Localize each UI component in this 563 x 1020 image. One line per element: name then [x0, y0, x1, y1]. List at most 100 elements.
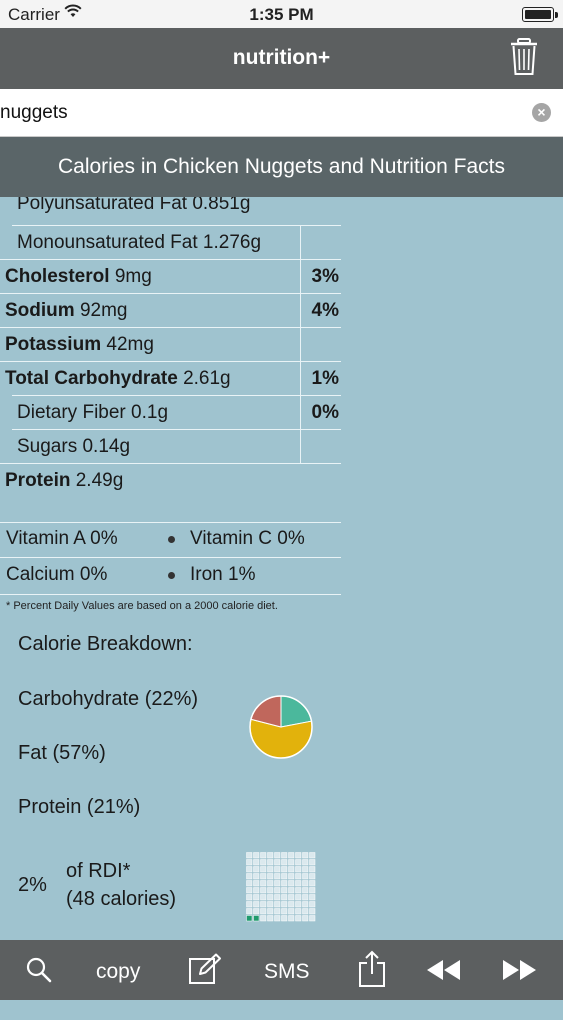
nutrient-amount: 1.276g: [202, 232, 262, 253]
nutrient-name: Sugars: [17, 436, 78, 457]
rdi-cell: [302, 859, 309, 866]
nutrient-daily-value: 4%: [311, 300, 339, 321]
rdi-cell: [288, 915, 295, 922]
status-bar: Carrier 1:35 PM: [0, 0, 563, 28]
nutrient-name: Protein: [5, 470, 71, 491]
rdi-cell: [267, 852, 274, 859]
rdi-cell: [295, 873, 302, 880]
rdi-cell: [253, 852, 260, 859]
sms-button[interactable]: SMS: [264, 960, 310, 984]
rdi-cell: [253, 873, 260, 880]
rdi-cell: [253, 880, 260, 887]
rdi-cell: [309, 859, 316, 866]
rdi-cell: [246, 901, 253, 908]
rdi-cell: [274, 873, 281, 880]
rdi-cell: [281, 880, 288, 887]
search-icon[interactable]: [26, 957, 52, 1017]
rdi-cell: [260, 915, 267, 922]
rdi-cell: [267, 880, 274, 887]
vitamin-c-label: Vitamin C 0%: [190, 528, 305, 549]
edit-icon[interactable]: [188, 953, 222, 1013]
nutrient-amount: 0.1g: [131, 402, 169, 423]
nutrient-name: Dietary Fiber: [17, 402, 126, 423]
rdi-cell: [267, 866, 274, 873]
rdi-cell: [295, 915, 302, 922]
rdi-cell: [267, 908, 274, 915]
rdi-cell: [288, 887, 295, 894]
rdi-cell: [295, 887, 302, 894]
rdi-cell: [253, 887, 260, 894]
calorie-pie-chart: [249, 695, 313, 759]
rdi-cell: [295, 866, 302, 873]
rdi-cell: [309, 908, 316, 915]
nutrient-name: Sodium: [5, 300, 75, 321]
rdi-cell: [288, 880, 295, 887]
clear-icon[interactable]: ×: [532, 103, 551, 122]
rdi-cell: [288, 894, 295, 901]
nutrient-daily-value: 0%: [311, 402, 339, 423]
rdi-cell: [302, 908, 309, 915]
rdi-cell: [295, 894, 302, 901]
rdi-cell: [267, 859, 274, 866]
protein-legend: Protein (21%): [18, 796, 141, 818]
rdi-cell: [281, 873, 288, 880]
nutrient-name: Polyunsaturated Fat: [17, 197, 188, 214]
rdi-cell: [246, 880, 253, 887]
rdi-cell: [281, 901, 288, 908]
rdi-cell: [295, 859, 302, 866]
rdi-cell: [246, 852, 253, 859]
rdi-cell: [267, 887, 274, 894]
rdi-cell: [267, 915, 274, 922]
nutrition-facts: Polyunsaturated Fat 0.851g Monounsaturat…: [0, 197, 563, 940]
fast-forward-icon[interactable]: [502, 960, 538, 1020]
share-icon[interactable]: [358, 950, 386, 1010]
footnote: * Percent Daily Values are based on a 20…: [6, 600, 278, 612]
rdi-cell: [281, 908, 288, 915]
rdi-cell: [281, 887, 288, 894]
rdi-cell: [274, 852, 281, 859]
rdi-label: of RDI*: [66, 860, 131, 882]
rewind-icon[interactable]: [426, 960, 462, 1020]
trash-icon[interactable]: [509, 37, 539, 77]
rdi-cell: [288, 908, 295, 915]
rdi-cell: [274, 887, 281, 894]
battery-icon: [522, 7, 558, 22]
rdi-cell: [281, 894, 288, 901]
rdi-cell: [288, 859, 295, 866]
rdi-cell: [260, 894, 267, 901]
rdi-cell: [274, 859, 281, 866]
rdi-cell: [302, 866, 309, 873]
rdi-cell: [267, 873, 274, 880]
nutrient-amount: 2.49g: [75, 470, 124, 491]
rdi-cell: [260, 852, 267, 859]
nutrient-daily-value: 1%: [311, 368, 339, 389]
rdi-cell: [288, 873, 295, 880]
carbohydrate-legend: Carbohydrate (22%): [18, 688, 199, 710]
nutrient-row: Polyunsaturated Fat 0.851g: [0, 197, 341, 221]
rdi-cell: [309, 887, 316, 894]
rdi-cell: [253, 901, 260, 908]
nutrient-row: Monounsaturated Fat 1.276g: [0, 226, 341, 260]
fat-legend: Fat (57%): [18, 742, 106, 764]
nutrient-name: Cholesterol: [5, 266, 110, 287]
rdi-cell: [246, 894, 253, 901]
nutrient-name: Potassium: [5, 334, 102, 355]
calcium-label: Calcium 0%: [6, 564, 108, 585]
rdi-cell: [260, 859, 267, 866]
search-bar: nuggets ×: [0, 89, 563, 137]
rdi-cell: [267, 894, 274, 901]
rdi-cell: [281, 859, 288, 866]
rdi-cell: [260, 908, 267, 915]
rdi-cell: [302, 852, 309, 859]
rdi-cell: [295, 901, 302, 908]
rdi-cell: [246, 866, 253, 873]
rdi-cell: [281, 866, 288, 873]
search-input[interactable]: nuggets: [0, 102, 68, 124]
nutrient-amount: 2.61g: [183, 368, 231, 389]
rdi-cell: [246, 859, 253, 866]
rdi-cell: [302, 915, 309, 922]
rdi-cell: [302, 873, 309, 880]
copy-button[interactable]: copy: [96, 960, 140, 984]
rdi-cell: [260, 901, 267, 908]
iron-label: Iron 1%: [190, 564, 256, 585]
